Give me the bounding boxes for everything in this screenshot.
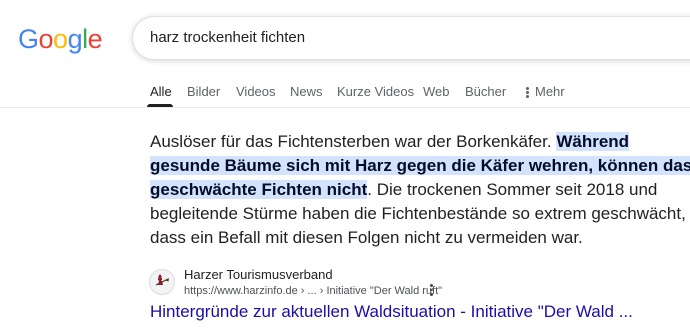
tab-buecher[interactable]: Bücher [465,84,506,100]
search-input[interactable]: harz trockenheit fichten [150,29,305,47]
result-title-link[interactable]: Hintergründe zur aktuellen Waldsituation… [150,301,633,323]
logo-letter: G [18,24,39,54]
witch-icon [155,274,169,286]
tab-mehr[interactable]: Mehr [526,84,565,100]
logo-letter: o [53,24,68,54]
tab-alle[interactable]: Alle [150,84,172,100]
search-tabs: Alle Bilder Videos News Kurze Videos Web… [0,78,690,110]
more-vert-icon [526,86,529,99]
snippet-text-start: Auslöser für das Fichtensterben war der … [150,132,557,151]
featured-snippet: Auslöser für das Fichtensterben war der … [150,130,690,250]
site-favicon[interactable] [149,269,175,295]
logo-letter: o [38,24,54,54]
tab-mehr-label: Mehr [535,84,565,99]
tab-news[interactable]: News [290,84,323,100]
tab-kurze-videos[interactable]: Kurze Videos [337,84,414,100]
tabs-divider [0,107,690,108]
result-site-name[interactable]: Harzer Tourismusverband [184,267,333,283]
result-url[interactable]: https://www.harzinfo.de › ... › Initiati… [184,284,442,298]
tab-bilder[interactable]: Bilder [187,84,220,100]
logo-letter: e [87,24,103,54]
tab-web[interactable]: Web [423,84,450,100]
more-options-icon[interactable] [427,283,435,297]
logo-letter: g [67,24,83,54]
tab-videos[interactable]: Videos [236,84,276,100]
google-logo[interactable]: Google [18,24,103,54]
